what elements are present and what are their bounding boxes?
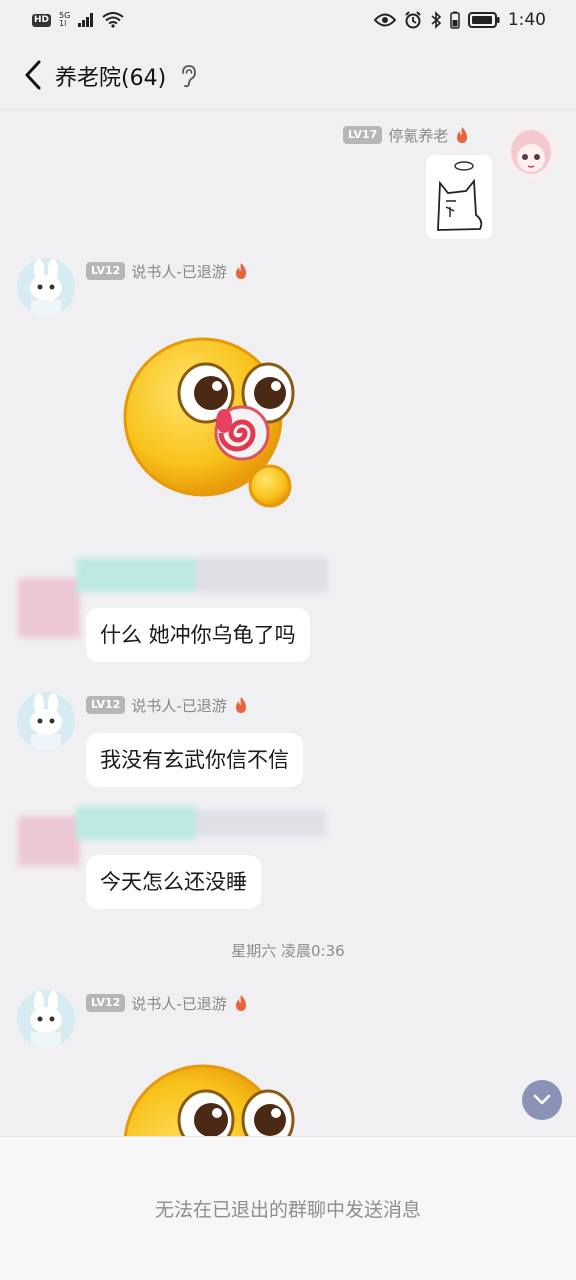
- cat-sticker: [437, 161, 483, 231]
- sender-meta: LV12 说书人-已退游: [86, 694, 249, 716]
- back-icon[interactable]: [20, 58, 50, 92]
- level-badge: LV12: [86, 696, 126, 714]
- rabbit-avatar-image: [17, 990, 75, 1048]
- avatar-rabbit[interactable]: [17, 258, 75, 316]
- anime-avatar-image: [502, 122, 560, 180]
- left-group-notice: 无法在已退出的群聊中发送消息: [154, 1199, 421, 1221]
- chat-title: 养老院(64): [55, 66, 167, 91]
- sender-nickname: 停氪养老: [388, 126, 449, 145]
- lollipop-emoji[interactable]: [118, 325, 308, 515]
- sticker-image[interactable]: [426, 155, 492, 239]
- sender-meta: LV12 说书人-已退游: [86, 260, 249, 282]
- avatar-rabbit[interactable]: [17, 692, 75, 750]
- signal-icon: [78, 13, 94, 27]
- network-type: 5G 1l: [59, 12, 70, 28]
- sender-nickname: 说书人-已退游: [131, 696, 227, 715]
- level-badge: LV12: [86, 262, 126, 280]
- bluetooth-icon: [431, 11, 441, 29]
- flame-icon: [235, 995, 246, 1011]
- level-badge: LV12: [86, 994, 126, 1012]
- message-bubble[interactable]: 什么 她冲你乌龟了吗: [86, 608, 310, 662]
- chevron-down-icon: [533, 1094, 551, 1105]
- sender-nickname: 说书人-已退游: [131, 262, 227, 281]
- status-right: 1:40: [373, 10, 546, 30]
- flame-icon: [457, 127, 468, 143]
- eye-icon: [373, 13, 396, 27]
- rabbit-avatar-image: [17, 692, 75, 750]
- network-bottom: 1l: [59, 19, 67, 28]
- message-timestamp: 星期六 凌晨0:36: [231, 942, 345, 960]
- message-bubble[interactable]: 今天怎么还没睡: [86, 855, 261, 909]
- flame-icon: [235, 697, 246, 713]
- phone-battery-icon: [450, 11, 460, 29]
- rabbit-avatar-image: [17, 258, 75, 316]
- status-bar: HD 5G 1l 1:40: [0, 0, 576, 40]
- avatar-anime[interactable]: [502, 122, 560, 180]
- flame-icon: [235, 263, 246, 279]
- input-area-disabled: 无法在已退出的群聊中发送消息: [0, 1136, 576, 1280]
- status-time: 1:40: [507, 10, 546, 30]
- level-badge: LV17: [343, 126, 383, 144]
- sender-meta: LV17 停氪养老: [343, 124, 470, 146]
- battery-icon: [467, 12, 500, 28]
- sender-meta: LV12 说书人-已退游: [86, 992, 249, 1014]
- sender-nickname: 说书人-已退游: [131, 994, 227, 1013]
- lollipop-emoji[interactable]: [118, 1058, 308, 1136]
- status-left: HD 5G 1l: [32, 12, 124, 28]
- scroll-down-button[interactable]: [522, 1080, 562, 1120]
- hd-badge: HD: [32, 13, 52, 27]
- alarm-icon: [405, 11, 421, 29]
- ear-icon[interactable]: [178, 64, 198, 88]
- message-bubble[interactable]: 我没有玄武你信不信: [86, 733, 303, 787]
- chat-header: 养老院(64): [0, 40, 576, 110]
- avatar-rabbit[interactable]: [17, 990, 75, 1048]
- wifi-icon: [102, 12, 124, 28]
